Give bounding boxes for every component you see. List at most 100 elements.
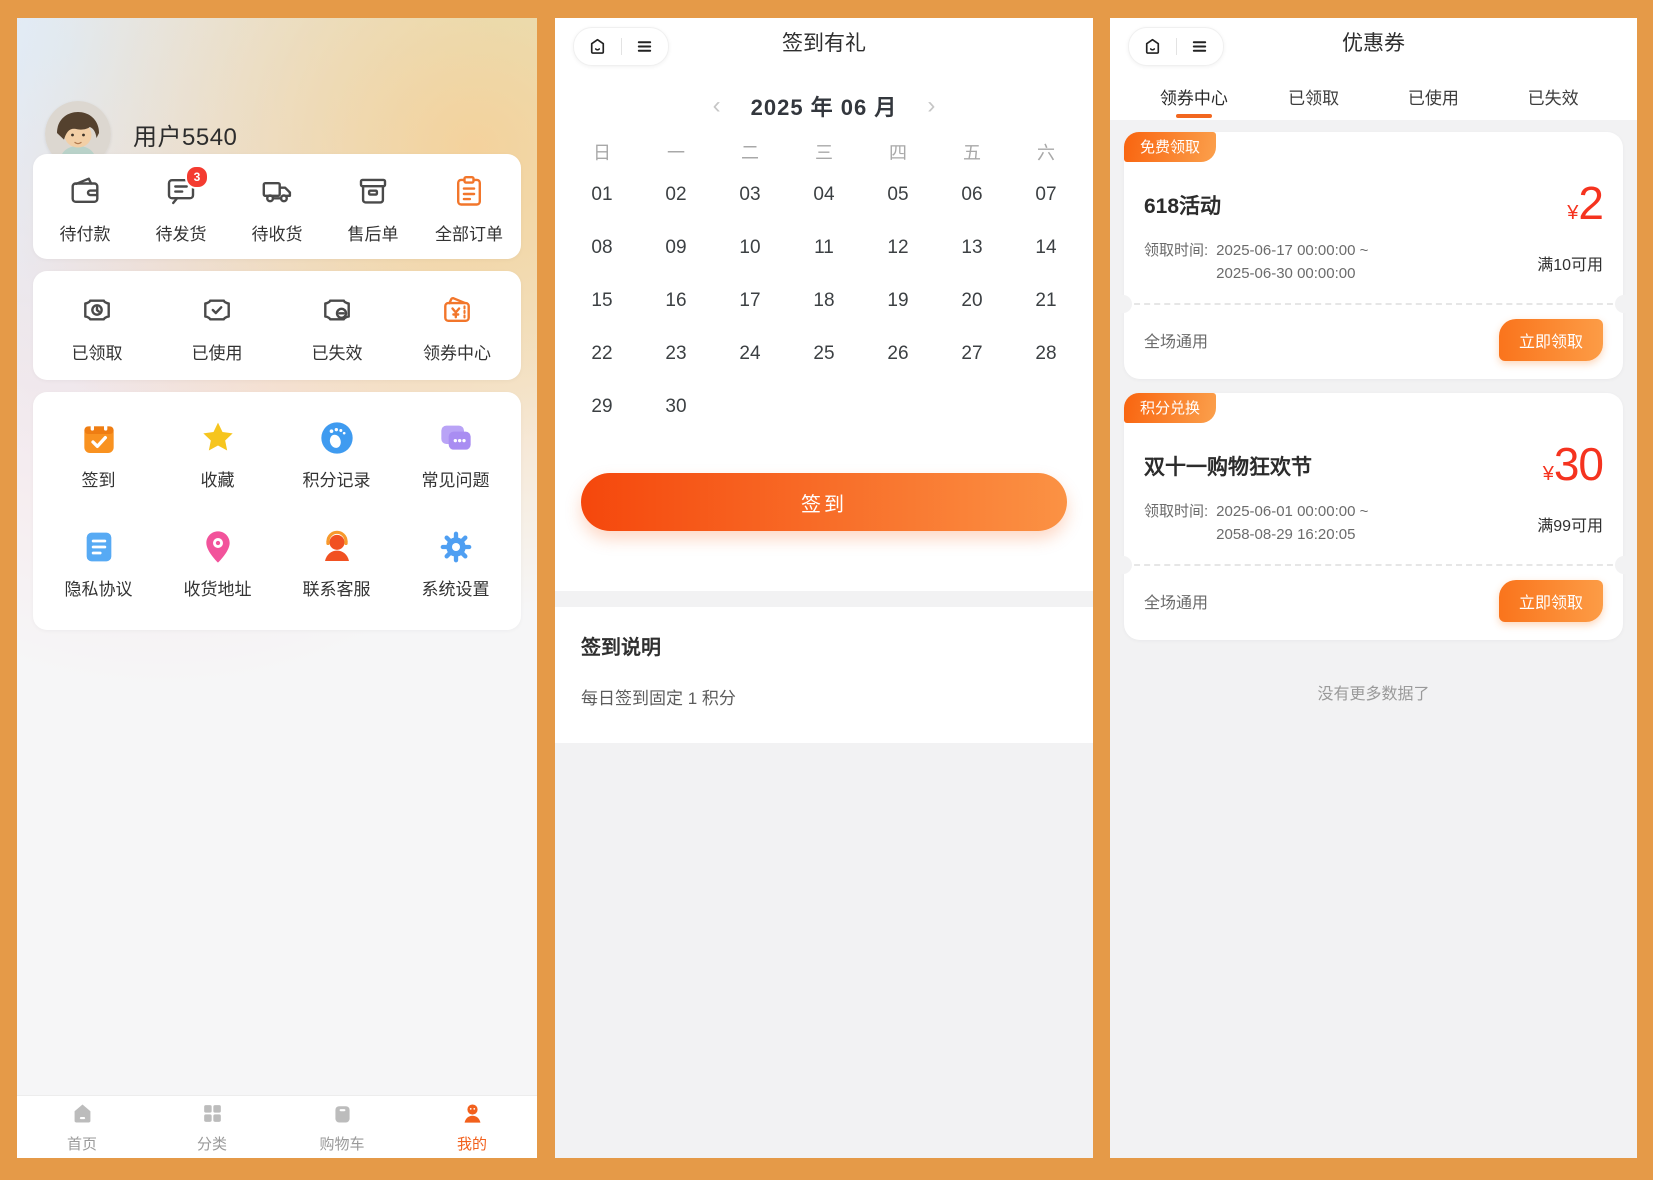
menu-item-领券中心[interactable]: 领券中心	[397, 291, 517, 364]
menu-icon[interactable]	[634, 36, 655, 57]
menu-item-label: 领券中心	[423, 339, 491, 364]
coupon-tab-已使用[interactable]: 已使用	[1374, 72, 1494, 120]
tab-分类[interactable]: 分类	[147, 1101, 277, 1154]
tab-我的[interactable]: 我的	[407, 1101, 537, 1154]
signin-button[interactable]: 签到	[581, 473, 1067, 531]
coupon-scope: 全场通用	[1144, 589, 1208, 613]
coupon-screen: 优惠券 领券中心已领取已使用已失效 免费领取 618活动 ¥2 领取时间: 20…	[1110, 18, 1637, 1158]
service-item-签到[interactable]: 签到	[39, 418, 158, 491]
coupon-condition: 满99可用	[1537, 512, 1603, 536]
calendar-week-row: 2930	[565, 380, 1083, 433]
tab-购物车[interactable]: 购物车	[277, 1101, 407, 1154]
calendar-day: 19	[861, 274, 935, 327]
weekday-label: 六	[1009, 138, 1083, 168]
signin-notes: 签到说明 每日签到固定 1 积分	[555, 607, 1093, 743]
menu-item-已失效[interactable]: 已失效	[277, 291, 397, 364]
user-row[interactable]: 用户5540	[17, 18, 537, 134]
time-start: 2025-06-17 00:00:00 ~	[1216, 240, 1368, 263]
address-icon	[198, 527, 238, 567]
calendar-week-row: 01020304050607	[565, 168, 1083, 221]
calendar-day: 20	[935, 274, 1009, 327]
calendar-day: 14	[1009, 221, 1083, 274]
menu-item-已使用[interactable]: 已使用	[157, 291, 277, 364]
calendar: 日一二三四五六 01020304050607080910111213141516…	[565, 138, 1083, 433]
weekday-label: 日	[565, 138, 639, 168]
coupon-tab-领券中心[interactable]: 领券中心	[1134, 72, 1254, 120]
calendar-day: 18	[787, 274, 861, 327]
calendar-day: 12	[861, 221, 935, 274]
category-tab-icon	[200, 1101, 225, 1131]
coupon-tabs: 领券中心已领取已使用已失效	[1110, 66, 1637, 120]
calendar-day: 27	[935, 327, 1009, 380]
home-icon[interactable]	[587, 36, 608, 57]
weekday-label: 一	[639, 138, 713, 168]
menu-item-已领取[interactable]: 已领取	[37, 291, 157, 364]
service-item-联系客服[interactable]: 联系客服	[277, 527, 396, 600]
calendar-day: 09	[639, 221, 713, 274]
home-tab-icon	[70, 1101, 95, 1131]
faq-icon	[436, 418, 476, 458]
tab-label: 购物车	[319, 1133, 364, 1154]
claim-button[interactable]: 立即领取	[1499, 580, 1603, 622]
next-month-button[interactable]: ›	[923, 94, 939, 118]
truck-icon	[258, 172, 296, 210]
coupon-condition: 满10可用	[1537, 251, 1603, 275]
ticket-clock-icon	[78, 291, 116, 329]
calendar-day: 21	[1009, 274, 1083, 327]
claim-button[interactable]: 立即领取	[1499, 319, 1603, 361]
calendar-empty-cell	[935, 380, 1009, 433]
badge-count: 3	[185, 165, 209, 189]
menu-item-待付款[interactable]: 待付款	[37, 172, 133, 245]
coupon-tab-已失效[interactable]: 已失效	[1493, 72, 1613, 120]
time-label: 领取时间:	[1144, 240, 1208, 285]
time-start: 2025-06-01 00:00:00 ~	[1216, 501, 1368, 524]
menu-item-label: 全部订单	[435, 220, 503, 245]
calendar-day: 22	[565, 327, 639, 380]
coupon-time: 领取时间: 2025-06-17 00:00:00 ~2025-06-30 00…	[1144, 240, 1368, 285]
service-item-收货地址[interactable]: 收货地址	[158, 527, 277, 600]
calendar-day: 29	[565, 380, 639, 433]
menu-item-售后单[interactable]: 售后单	[325, 172, 421, 245]
coupon-divider	[1124, 564, 1623, 566]
prev-month-button[interactable]: ‹	[709, 94, 725, 118]
coupon-amount: 2	[1578, 177, 1603, 229]
settings-icon	[436, 527, 476, 567]
service-item-隐私协议[interactable]: 隐私协议	[39, 527, 158, 600]
weekday-label: 二	[713, 138, 787, 168]
coupon-menu-card: 已领取 已使用 已失效 领券中心	[33, 271, 521, 380]
menu-icon[interactable]	[1189, 36, 1210, 57]
calendar-week-row: 22232425262728	[565, 327, 1083, 380]
capsule-divider	[1176, 38, 1177, 55]
profile-screen: 用户5540 待付款 3 待发货 待收货 售后单 全部订单 已领取	[17, 18, 537, 1158]
calendar-day: 03	[713, 168, 787, 221]
calendar-day: 08	[565, 221, 639, 274]
calendar-day: 23	[639, 327, 713, 380]
service-item-收藏[interactable]: 收藏	[158, 418, 277, 491]
coupon-badge: 免费领取	[1124, 132, 1216, 162]
empty-text: 没有更多数据了	[1110, 680, 1637, 704]
menu-item-label: 待付款	[60, 220, 111, 245]
home-icon[interactable]	[1142, 36, 1163, 57]
coupon-list: 免费领取 618活动 ¥2 领取时间: 2025-06-17 00:00:00 …	[1110, 120, 1637, 654]
service-item-系统设置[interactable]: 系统设置	[396, 527, 515, 600]
month-nav: ‹ 2025 年 06 月 ›	[555, 90, 1093, 122]
service-item-积分记录[interactable]: 积分记录	[277, 418, 396, 491]
calendar-day: 25	[787, 327, 861, 380]
menu-item-待收货[interactable]: 待收货	[229, 172, 325, 245]
star-icon	[198, 418, 238, 458]
menu-item-全部订单[interactable]: 全部订单	[421, 172, 517, 245]
weekday-label: 三	[787, 138, 861, 168]
tab-label: 首页	[67, 1133, 97, 1154]
calendar-day: 11	[787, 221, 861, 274]
currency-symbol: ¥	[1543, 463, 1554, 485]
tab-首页[interactable]: 首页	[17, 1101, 147, 1154]
menu-item-label: 待收货	[252, 220, 303, 245]
month-label: 2025 年 06 月	[751, 90, 898, 122]
calendar-day: 26	[861, 327, 935, 380]
calendar-weekday-row: 日一二三四五六	[565, 138, 1083, 168]
service-item-常见问题[interactable]: 常见问题	[396, 418, 515, 491]
menu-item-待发货[interactable]: 3 待发货	[133, 172, 229, 245]
coupon-tab-已领取[interactable]: 已领取	[1254, 72, 1374, 120]
coupon-name: 双十一购物狂欢节	[1144, 437, 1312, 481]
coupon-price: ¥2	[1567, 176, 1603, 230]
